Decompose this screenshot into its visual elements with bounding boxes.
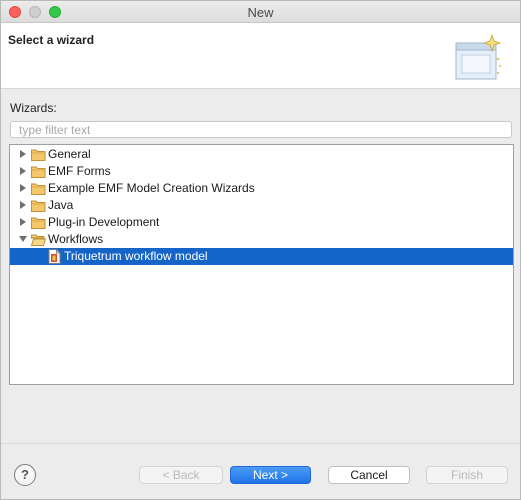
page-title: Select a wizard xyxy=(8,33,95,47)
tree-item-example-emf-model-creation-wizards[interactable]: Example EMF Model Creation Wizards xyxy=(10,180,513,197)
folder-open-icon xyxy=(31,234,46,246)
expand-arrow-icon[interactable] xyxy=(18,183,28,193)
tree-item-general[interactable]: General xyxy=(10,146,513,163)
tree-item-label: Java xyxy=(48,198,74,212)
tree-item-label: General xyxy=(48,147,91,161)
collapse-arrow-icon[interactable] xyxy=(18,234,28,244)
tree-item-label: Workflows xyxy=(48,232,104,246)
next-button[interactable]: Next > xyxy=(230,466,311,484)
help-button[interactable]: ? xyxy=(14,464,36,486)
tree-item-plug-in-development[interactable]: Plug-in Development xyxy=(10,214,513,231)
title-bar: New xyxy=(1,1,520,23)
folder-icon xyxy=(31,166,46,178)
tree-item-label: Triquetrum workflow model xyxy=(64,249,208,263)
cancel-button[interactable]: Cancel xyxy=(328,466,410,484)
button-bar-separator xyxy=(1,443,520,444)
tree-item-label: Plug-in Development xyxy=(48,215,160,229)
wizards-label: Wizards: xyxy=(10,101,57,115)
expand-arrow-icon[interactable] xyxy=(18,149,28,159)
wizard-banner-icon xyxy=(455,33,502,80)
finish-button[interactable]: Finish xyxy=(426,466,508,484)
wizard-header: Select a wizard xyxy=(1,23,520,89)
tree-item-triquetrum-workflow-model[interactable]: Triquetrum workflow model xyxy=(10,248,513,265)
expand-arrow-icon[interactable] xyxy=(18,166,28,176)
tree-item-label: Example EMF Model Creation Wizards xyxy=(48,181,255,195)
back-button[interactable]: < Back xyxy=(139,466,223,484)
filter-input[interactable] xyxy=(10,121,512,138)
tree-item-java[interactable]: Java xyxy=(10,197,513,214)
folder-icon xyxy=(31,183,46,195)
workflow-file-icon xyxy=(48,249,61,264)
tree-item-emf-forms[interactable]: EMF Forms xyxy=(10,163,513,180)
new-wizard-dialog: New Select a wizard Wizards: General EMF… xyxy=(0,0,521,500)
folder-icon xyxy=(31,217,46,229)
tree-item-label: EMF Forms xyxy=(48,164,111,178)
tree-item-workflows[interactable]: Workflows xyxy=(10,231,513,248)
expand-arrow-icon[interactable] xyxy=(18,217,28,227)
wizard-tree[interactable]: General EMF Forms Example EMF Model Crea… xyxy=(9,144,514,385)
expand-arrow-icon[interactable] xyxy=(18,200,28,210)
folder-icon xyxy=(31,149,46,161)
folder-icon xyxy=(31,200,46,212)
window-title: New xyxy=(247,5,274,20)
